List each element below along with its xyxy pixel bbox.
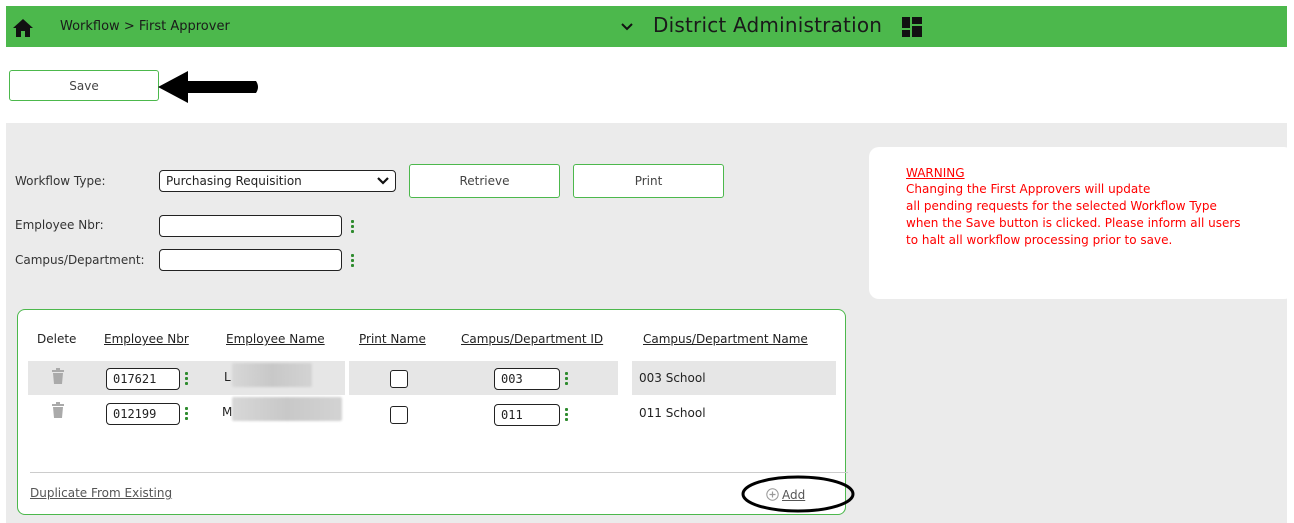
app-grid-icon[interactable] (902, 17, 922, 37)
table-divider (30, 472, 848, 473)
employee-nbr-label: Employee Nbr: (15, 218, 104, 232)
arrow-pointer-icon (158, 71, 258, 103)
warning-line: to halt all workflow processing prior to… (906, 233, 1173, 247)
employee-name-initial: L (224, 370, 231, 384)
campus-name: 003 School (639, 371, 706, 385)
approvers-table-panel: Delete Employee Nbr Employee Name Print … (17, 309, 848, 515)
app-title[interactable]: District Administration (653, 13, 882, 37)
home-icon[interactable] (12, 18, 34, 38)
col-header-campus-id[interactable]: Campus/Department ID (461, 332, 603, 346)
campus-lookup-icon[interactable] (565, 408, 569, 422)
employee-nbr-input[interactable]: 012199 (106, 403, 180, 425)
chevron-down-icon (377, 177, 389, 185)
campus-id-input[interactable]: 011 (494, 404, 560, 426)
retrieve-button[interactable]: Retrieve (409, 164, 560, 198)
employee-lookup-icon[interactable] (185, 407, 189, 421)
employee-lookup-icon[interactable] (185, 372, 189, 386)
highlight-ellipse (741, 475, 855, 513)
breadcrumb: Workflow > First Approver (60, 19, 230, 34)
workflow-type-label: Workflow Type: (15, 174, 106, 188)
save-button[interactable]: Save (9, 70, 159, 101)
col-header-campus-name[interactable]: Campus/Department Name (643, 332, 808, 346)
warning-line: when the Save button is clicked. Please … (906, 216, 1241, 230)
col-header-employee-name[interactable]: Employee Name (226, 332, 325, 346)
campus-lookup-icon[interactable] (351, 254, 355, 268)
print-name-checkbox[interactable] (390, 370, 408, 388)
campus-lookup-icon[interactable] (565, 372, 569, 386)
employee-nbr-input[interactable] (159, 215, 342, 237)
col-header-print-name[interactable]: Print Name (359, 332, 426, 346)
print-button[interactable]: Print (573, 164, 724, 198)
col-header-delete: Delete (37, 332, 77, 346)
warning-line: all pending requests for the selected Wo… (906, 199, 1217, 213)
trash-icon[interactable] (51, 368, 65, 384)
employee-nbr-input[interactable]: 017621 (106, 368, 180, 390)
redacted-name (232, 397, 342, 421)
campus-department-label: Campus/Department: (15, 253, 145, 267)
redacted-name (232, 363, 312, 387)
warning-line: Changing the First Approvers will update (906, 182, 1151, 196)
col-header-employee-nbr[interactable]: Employee Nbr (104, 332, 189, 346)
workflow-type-select[interactable]: Purchasing Requisition (159, 170, 396, 192)
campus-id-input[interactable]: 003 (494, 368, 560, 390)
employee-name-initial: M (222, 405, 233, 419)
warning-box: WARNING Changing the First Approvers wil… (869, 147, 1294, 299)
workflow-type-value: Purchasing Requisition (166, 174, 302, 188)
chevron-down-icon[interactable] (619, 18, 635, 36)
warning-title: WARNING (906, 166, 965, 180)
duplicate-from-existing-link[interactable]: Duplicate From Existing (30, 486, 172, 500)
employee-lookup-icon[interactable] (351, 220, 355, 234)
header-bar: Workflow > First Approver District Admin… (6, 6, 1287, 47)
trash-icon[interactable] (51, 402, 65, 418)
campus-name: 011 School (639, 406, 706, 420)
print-name-checkbox[interactable] (390, 406, 408, 424)
campus-department-input[interactable] (159, 249, 342, 271)
